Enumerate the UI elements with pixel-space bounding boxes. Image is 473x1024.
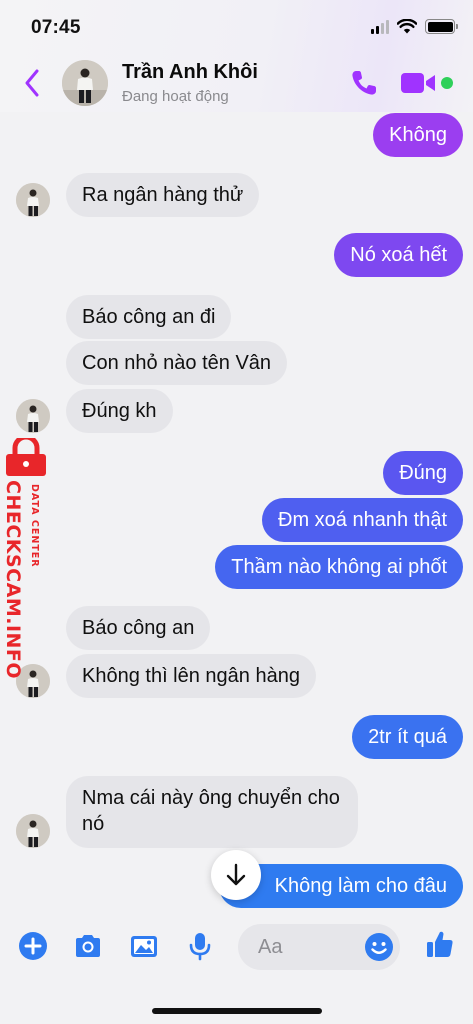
message-bubble-incoming[interactable]: Báo công an: [66, 606, 211, 650]
contact-name[interactable]: Trần Anh Khôi: [122, 61, 258, 84]
contact-avatar[interactable]: [62, 60, 108, 106]
status-icons: [371, 19, 458, 34]
sender-avatar[interactable]: [16, 814, 50, 848]
image-icon[interactable]: [128, 930, 160, 962]
watermark-text: CHECKSCAM.INFO: [2, 480, 24, 680]
phone-icon: [352, 71, 376, 95]
status-time: 07:45: [31, 17, 81, 38]
sender-avatar[interactable]: [16, 183, 50, 217]
plus-icon[interactable]: [17, 930, 49, 962]
battery-icon: [425, 19, 458, 34]
back-button[interactable]: [18, 66, 46, 100]
arrow-down-icon: [226, 863, 246, 886]
emoji-icon[interactable]: [364, 932, 394, 962]
video-call-button[interactable]: [400, 70, 438, 96]
wifi-icon: [397, 19, 417, 34]
camera-icon[interactable]: [72, 930, 104, 962]
message-bubble-outgoing[interactable]: 2tr ít quá: [352, 715, 463, 759]
lock-icon: [6, 438, 46, 476]
message-bubble-incoming[interactable]: Không thì lên ngân hàng: [66, 654, 316, 698]
video-camera-icon: [401, 73, 435, 93]
message-bubble-outgoing[interactable]: Nó xoá hết: [334, 233, 463, 277]
thumbs-up-icon[interactable]: [424, 928, 456, 960]
message-bubble-outgoing[interactable]: Thầm nào không ai phốt: [215, 545, 463, 589]
scroll-to-bottom-button[interactable]: [211, 850, 261, 900]
message-bubble-incoming[interactable]: Nma cái này ông chuyển cho nó: [66, 776, 358, 848]
sender-avatar[interactable]: [16, 399, 50, 433]
message-bubble-outgoing[interactable]: Đm xoá nhanh thật: [262, 498, 463, 542]
message-bubble-outgoing[interactable]: Không: [373, 113, 463, 157]
message-bubble-incoming[interactable]: Báo công an đi: [66, 295, 232, 339]
audio-call-button[interactable]: [349, 68, 379, 98]
microphone-icon[interactable]: [184, 930, 216, 962]
message-bubble-incoming[interactable]: Ra ngân hàng thử: [66, 173, 260, 217]
contact-status: Đang hoạt động: [122, 88, 229, 105]
online-indicator: [441, 77, 453, 89]
chevron-left-icon: [25, 69, 39, 97]
home-indicator: [152, 1008, 322, 1014]
message-bubble-incoming[interactable]: Con nhỏ nào tên Vân: [66, 341, 288, 385]
watermark-subtext: DATA CENTER: [29, 484, 40, 568]
signal-icon: [371, 19, 389, 34]
message-bubble-outgoing[interactable]: Đúng: [383, 451, 463, 495]
message-bubble-incoming[interactable]: Đúng kh: [66, 389, 173, 433]
